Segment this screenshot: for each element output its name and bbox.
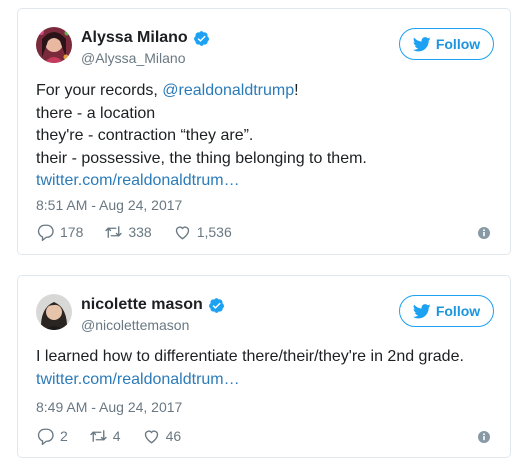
info-icon[interactable] [478, 227, 490, 239]
tweet-link[interactable]: twitter.com/realdonaldtrum… [36, 371, 240, 388]
like-button[interactable]: 46 [142, 427, 182, 445]
mention-link[interactable]: @realdonaldtrump [162, 82, 294, 99]
action-bar: 178 338 1,536 [36, 223, 253, 241]
verified-icon [208, 297, 225, 314]
follow-button[interactable]: Follow [399, 295, 494, 327]
avatar[interactable] [36, 294, 72, 330]
tweet-card: Alyssa Milano @Alyssa_Milano Follow For … [17, 8, 511, 255]
name-row: Alyssa Milano [81, 28, 210, 48]
tweet-line: they're - contraction “they are”. [36, 127, 254, 144]
retweet-button[interactable]: 338 [104, 223, 152, 241]
tweet-link[interactable]: twitter.com/realdonaldtrum… [36, 172, 240, 189]
like-icon [175, 226, 189, 240]
reply-count: 178 [60, 224, 84, 240]
retweet-button[interactable]: 4 [89, 427, 121, 445]
verified-icon [193, 30, 210, 47]
retweet-count: 4 [112, 428, 121, 444]
tweet-text-segment: ! [294, 82, 299, 99]
tweet-line: I learned how to differentiate there/the… [36, 348, 464, 365]
tweet-text: For your records, @realdonaldtrump! ther… [36, 80, 367, 193]
reply-icon [37, 428, 54, 445]
reply-button[interactable]: 178 [36, 223, 83, 241]
reply-button[interactable]: 2 [36, 427, 68, 445]
timestamp[interactable]: 8:51 AM - Aug 24, 2017 [36, 197, 182, 214]
like-count: 46 [165, 428, 182, 444]
follow-label: Follow [435, 303, 481, 319]
retweet-count: 338 [128, 224, 152, 240]
handle[interactable]: @Alyssa_Milano [81, 50, 185, 67]
tweet-text-segment: For your records, [36, 82, 163, 99]
tweet-text: I learned how to differentiate there/the… [36, 346, 464, 391]
handle[interactable]: @nicolettemason [81, 317, 189, 334]
tweet-line: their - possessive, the thing belonging … [36, 149, 367, 167]
avatar[interactable] [36, 27, 72, 63]
action-bar: 2 4 46 [36, 427, 202, 445]
reply-icon [37, 224, 54, 241]
tweet-card: nicolette mason @nicolettemason Follow I… [17, 275, 511, 458]
twitter-bird-icon [412, 303, 431, 318]
reply-count: 2 [60, 428, 68, 444]
twitter-bird-icon [412, 36, 431, 51]
timestamp[interactable]: 8:49 AM - Aug 24, 2017 [36, 399, 182, 416]
display-name[interactable]: Alyssa Milano [81, 28, 188, 48]
like-button[interactable]: 1,536 [173, 223, 232, 241]
tweet-line: twitter.com/realdonaldtrum… [36, 170, 367, 193]
tweet-line: there - a location [36, 104, 156, 122]
follow-label: Follow [435, 36, 481, 52]
follow-button[interactable]: Follow [399, 28, 494, 60]
tweet-line: twitter.com/realdonaldtrum… [36, 369, 464, 392]
like-count: 1,536 [196, 224, 232, 240]
name-row: nicolette mason [81, 295, 225, 315]
retweet-icon [90, 430, 107, 442]
tweet-line: For your records, @realdonaldtrump! [36, 80, 367, 103]
info-icon[interactable] [478, 431, 490, 443]
display-name[interactable]: nicolette mason [81, 295, 203, 315]
retweet-icon [105, 226, 123, 238]
like-icon [144, 430, 158, 444]
